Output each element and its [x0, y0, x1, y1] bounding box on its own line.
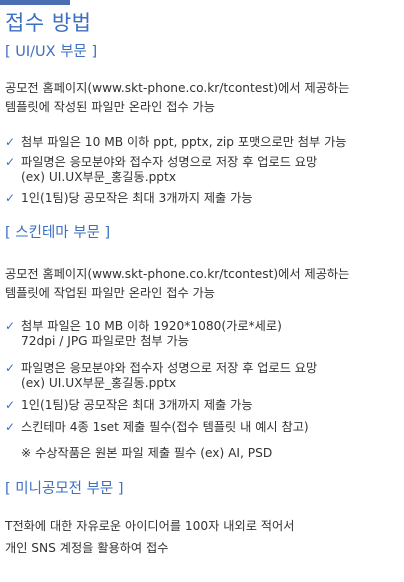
- uiux-item-3: ✓ 1인(1팀)당 공모작은 최대 3개까지 제출 가능: [5, 191, 253, 206]
- skintheme-note: ※ 수상작품은 원본 파일 제출 필수 (ex) AI, PSD: [21, 446, 273, 460]
- skintheme-item-4: ✓ 스킨테마 4종 1set 제출 필수(접수 템플릿 내 예시 참고): [5, 420, 309, 435]
- uiux-intro: 공모전 홈페이지(www.skt-phone.co.kr/tcontest)에서…: [5, 79, 349, 117]
- check-icon: ✓: [5, 319, 16, 333]
- skintheme-intro-line-1: 공모전 홈페이지(www.skt-phone.co.kr/tcontest)에서…: [5, 267, 350, 281]
- mini-intro-line-2: 개인 SNS 계정을 활용하여 접수: [5, 541, 169, 555]
- skintheme-item-2-example: (ex) UI.UX부문_홍길동.pptx: [21, 376, 177, 390]
- skintheme-intro-line-2: 템플릿에 작업된 파일만 온라인 접수 가능: [5, 286, 215, 300]
- skintheme-item-2: ✓ 파일명은 응모분야와 접수자 성명으로 저장 후 업로드 요망 (ex) UI…: [5, 361, 317, 391]
- check-icon: ✓: [5, 191, 16, 205]
- section-heading-skintheme: [ 스킨테마 부문 ]: [5, 225, 111, 241]
- uiux-item-2-text: 파일명은 응모분야와 접수자 성명으로 저장 후 업로드 요망: [21, 155, 318, 169]
- check-icon: ✓: [5, 155, 16, 169]
- skintheme-item-1-text: 첨부 파일은 10 MB 이하 1920*1080(가로*세로): [21, 319, 282, 333]
- mini-intro: T전화에 대한 자유로운 아이디어를 100자 내외로 적어서 개인 SNS 계…: [5, 515, 294, 559]
- skintheme-item-1-line-2: 72dpi / JPG 파일로만 첨부 가능: [21, 334, 189, 348]
- skintheme-item-3: ✓ 1인(1팀)당 공모작은 최대 3개까지 제출 가능: [5, 398, 253, 413]
- uiux-item-3-text: 1인(1팀)당 공모작은 최대 3개까지 제출 가능: [21, 191, 253, 205]
- check-icon: ✓: [5, 398, 16, 412]
- check-icon: ✓: [5, 420, 16, 434]
- uiux-item-1-text: 첨부 파일은 10 MB 이하 ppt, pptx, zip 포맷으로만 첨부 …: [21, 135, 347, 149]
- uiux-intro-line-1: 공모전 홈페이지(www.skt-phone.co.kr/tcontest)에서…: [5, 81, 350, 95]
- check-icon: ✓: [5, 361, 16, 375]
- page-title: 접수 방법: [5, 11, 92, 35]
- section-heading-uiux: [ UI/UX 부문 ]: [5, 44, 98, 60]
- skintheme-item-3-text: 1인(1팀)당 공모작은 최대 3개까지 제출 가능: [21, 398, 253, 412]
- skintheme-item-4-text: 스킨테마 4종 1set 제출 필수(접수 템플릿 내 예시 참고): [21, 420, 309, 434]
- skintheme-intro: 공모전 홈페이지(www.skt-phone.co.kr/tcontest)에서…: [5, 265, 349, 303]
- uiux-item-2: ✓ 파일명은 응모분야와 접수자 성명으로 저장 후 업로드 요망 (ex) UI…: [5, 155, 317, 185]
- skintheme-item-2-text: 파일명은 응모분야와 접수자 성명으로 저장 후 업로드 요망: [21, 361, 318, 375]
- section-heading-mini: [ 미니공모전 부문 ]: [5, 481, 124, 497]
- check-icon: ✓: [5, 135, 16, 149]
- uiux-item-2-example: (ex) UI.UX부문_홍길동.pptx: [21, 170, 177, 184]
- mini-intro-line-1: T전화에 대한 자유로운 아이디어를 100자 내외로 적어서: [5, 519, 295, 533]
- top-accent-bar: [0, 0, 70, 5]
- skintheme-item-1: ✓ 첨부 파일은 10 MB 이하 1920*1080(가로*세로) 72dpi …: [5, 319, 282, 349]
- uiux-intro-line-2: 템플릿에 작성된 파일만 온라인 접수 가능: [5, 100, 215, 114]
- uiux-item-1: ✓ 첨부 파일은 10 MB 이하 ppt, pptx, zip 포맷으로만 첨부…: [5, 135, 347, 150]
